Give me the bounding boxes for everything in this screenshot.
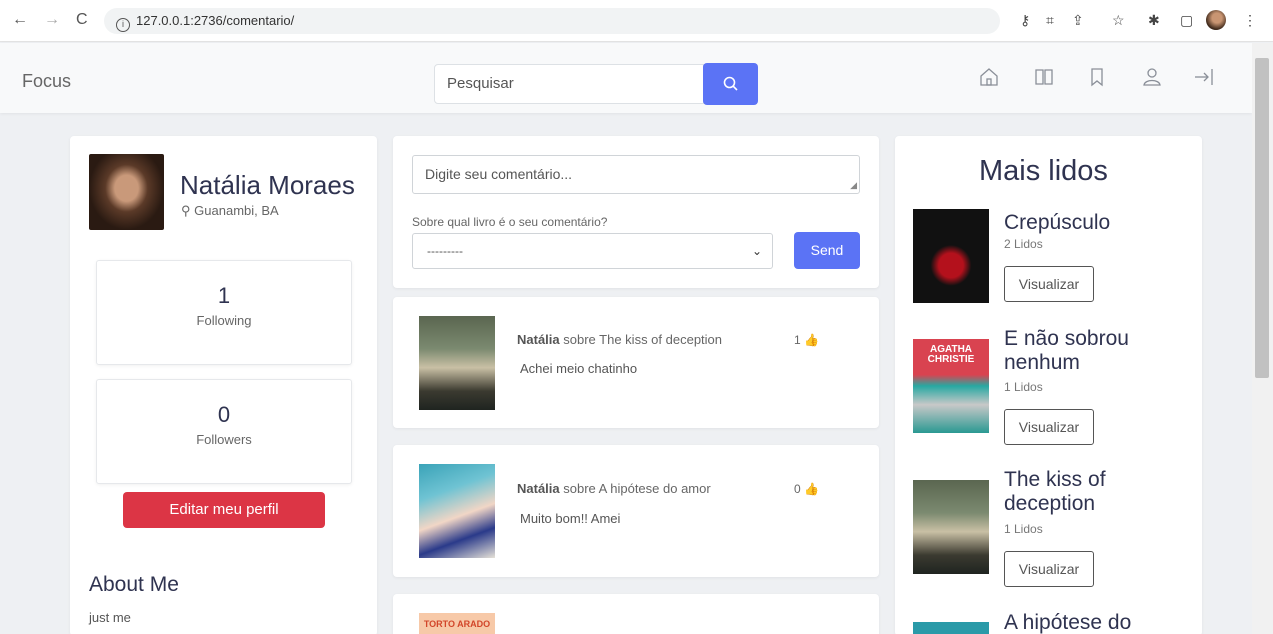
resize-handle-icon[interactable]: ◢ [850, 180, 857, 191]
location-text: Guanambi, BA [194, 203, 279, 218]
cover-title: AGATHA CHRISTIE [927, 344, 975, 365]
search-icon [723, 76, 738, 91]
followers-stat[interactable]: 0 Followers [96, 379, 352, 484]
book-title-line: nenhum [1004, 351, 1080, 374]
sidepanel-icon[interactable]: ▢ [1180, 12, 1193, 29]
book-select-label: Sobre qual livro é o seu comentário? [412, 215, 608, 229]
book-cover-hipotese-do-amor[interactable] [913, 622, 989, 634]
post-user[interactable]: Natália [517, 332, 560, 347]
book-cover-kiss-of-deception[interactable] [913, 480, 989, 574]
comment-placeholder: Digite seu comentário... [425, 166, 573, 182]
translate-icon[interactable]: ⌗ [1046, 12, 1054, 29]
book-title-line: The kiss of [1004, 468, 1106, 491]
following-count: 1 [217, 283, 231, 308]
share-icon[interactable]: ⇪ [1072, 12, 1084, 29]
home-icon[interactable] [978, 66, 1000, 88]
followers-label: Followers [196, 432, 252, 447]
search-button[interactable] [703, 63, 758, 105]
chevron-down-icon: ⌄ [751, 244, 762, 258]
avatar [89, 154, 164, 230]
user-icon[interactable] [1141, 66, 1163, 88]
post-text: Muito bom!! Amei [520, 511, 621, 526]
book-cover-hipotese-do-amor[interactable] [419, 464, 495, 558]
like-count-value: 1 [794, 333, 801, 347]
book-cover-kiss-of-deception[interactable] [419, 316, 495, 410]
like-count[interactable]: 1 👍 [794, 333, 819, 347]
book-select[interactable]: --------- ⌄ [412, 233, 773, 269]
search-input[interactable]: Pesquisar [434, 64, 704, 104]
followers-count: 0 [217, 402, 231, 427]
back-arrow-icon[interactable]: ← [12, 11, 28, 29]
post-about: sobre A hipótese do amor [563, 481, 711, 496]
brand-logo[interactable]: Focus [22, 71, 71, 92]
post-about: sobre The kiss of deception [563, 332, 723, 347]
thumbs-up-icon: 👍 [804, 333, 819, 347]
url-text: 127.0.0.1:2736/comentario/ [136, 13, 295, 28]
most-read-title: Mais lidos [979, 155, 1108, 187]
about-title: About Me [89, 573, 179, 596]
profile-location: ⚲ Guanambi, BA [181, 203, 279, 219]
book-reads: 2 Lidos [1004, 237, 1043, 251]
book-title: A hipótese do [1004, 611, 1132, 634]
send-button[interactable]: Send [794, 232, 860, 269]
browser-menu-icon[interactable]: ⋮ [1243, 12, 1257, 29]
site-info-icon[interactable]: i [116, 18, 130, 32]
bookmark-star-icon[interactable]: ☆ [1112, 12, 1125, 29]
following-stat[interactable]: 1 Following [96, 260, 352, 365]
book-cover-crepusculo[interactable] [913, 209, 989, 303]
logout-icon[interactable] [1193, 66, 1215, 88]
book-title: Crepúsculo [1004, 211, 1111, 234]
book-select-value: --------- [427, 244, 463, 258]
thumbs-up-icon: 👍 [804, 482, 819, 496]
post-meta: Natália sobre A hipótese do amor [517, 481, 711, 496]
book-icon[interactable] [1033, 66, 1055, 88]
app-navbar: Focus Pesquisar [0, 43, 1252, 113]
view-button[interactable]: Visualizar [1004, 266, 1094, 302]
reload-icon[interactable]: C [76, 11, 88, 29]
post-text: Achei meio chatinho [520, 361, 638, 376]
following-label: Following [196, 313, 252, 328]
book-title-line: deception [1004, 492, 1096, 515]
comment-textarea[interactable]: Digite seu comentário... ◢ [412, 155, 860, 194]
book-title: E não sobrou nenhum [1004, 327, 1129, 375]
book-reads: 1 Lidos [1004, 380, 1043, 394]
edit-profile-button[interactable]: Editar meu perfil [123, 492, 325, 528]
book-reads: 1 Lidos [1004, 522, 1043, 536]
key-icon[interactable]: ⚷ [1020, 12, 1030, 29]
view-button[interactable]: Visualizar [1004, 409, 1094, 445]
scrollbar-thumb[interactable] [1255, 58, 1269, 378]
profile-name: Natália Moraes [180, 170, 355, 200]
location-pin-icon: ⚲ [181, 203, 191, 218]
about-text: just me [89, 610, 131, 625]
browser-toolbar: ← → C i 127.0.0.1:2736/comentario/ ⚷ ⌗ ⇪ … [0, 0, 1273, 42]
post-meta: Natália sobre The kiss of deception [517, 332, 722, 347]
forward-arrow-icon[interactable]: → [44, 11, 60, 29]
like-count-value: 0 [794, 482, 801, 496]
bookmark-icon[interactable] [1086, 66, 1108, 88]
book-title: The kiss of deception [1004, 468, 1106, 516]
book-cover-e-nao-sobrou-nenhum[interactable]: AGATHA CHRISTIE [913, 339, 989, 433]
browser-profile-avatar[interactable] [1206, 10, 1226, 30]
address-bar[interactable]: i 127.0.0.1:2736/comentario/ [104, 8, 1000, 34]
view-button[interactable]: Visualizar [1004, 551, 1094, 587]
extensions-icon[interactable]: ✱ [1148, 12, 1160, 29]
cover-title: TORTO ARADO [423, 619, 491, 629]
post-user[interactable]: Natália [517, 481, 560, 496]
book-cover-torto-arado[interactable]: TORTO ARADO [419, 613, 495, 634]
like-count[interactable]: 0 👍 [794, 482, 819, 496]
book-title-line: E não sobrou [1004, 327, 1129, 350]
